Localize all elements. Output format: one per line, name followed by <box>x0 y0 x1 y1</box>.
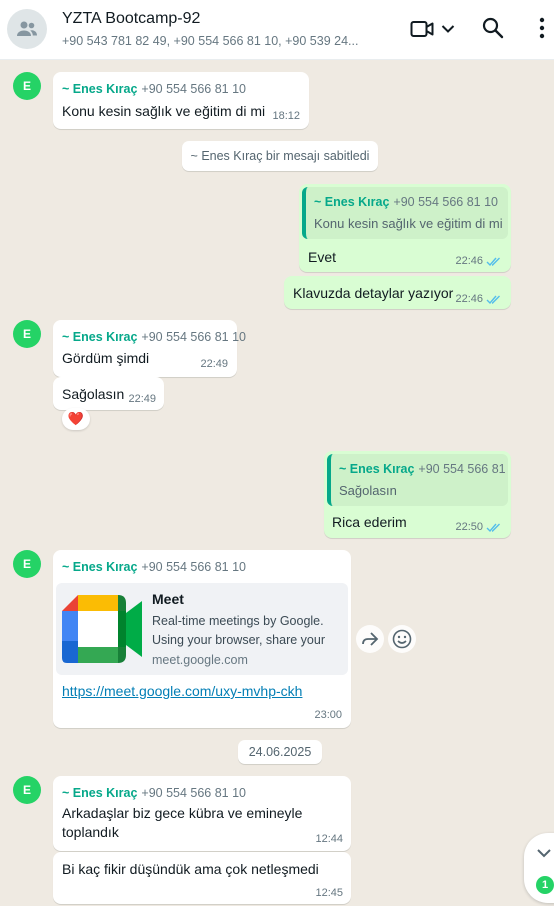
chevron-down-icon <box>441 25 455 33</box>
message-time: 12:45 <box>315 887 343 899</box>
message-bubble[interactable]: ~ Enes Kıraç +90 554 566 81 10 Gördüm şim… <box>53 320 246 377</box>
sender-name: ~ Enes Kıraç <box>62 560 138 574</box>
sender-label[interactable]: ~ Enes Kıraç +90 554 566 81 10 <box>62 558 246 576</box>
message-time: 22:50 <box>455 521 483 533</box>
message-bubble[interactable]: ~ Enes Kıraç +90 554 566 81 10 Meet Real-… <box>53 550 351 728</box>
chat-header[interactable]: YZTA Bootcamp-92 +90 543 781 82 49, +90 … <box>0 0 554 60</box>
message-bubble[interactable]: Bi kaç fikir düşündük ama çok netleşmedi… <box>53 852 351 904</box>
message-time: 22:49 <box>128 393 156 405</box>
menu-button[interactable] <box>536 16 548 40</box>
message-time: 12:44 <box>315 833 343 845</box>
emoji-icon <box>392 629 412 649</box>
message-time: 22:49 <box>200 358 228 370</box>
video-call-button[interactable] <box>410 17 460 41</box>
message-text: Arkadaşlar biz gece kübra ve emineyle to… <box>62 805 303 840</box>
sender-avatar[interactable]: E <box>13 776 41 804</box>
message-time: 23:00 <box>314 709 342 721</box>
group-avatar[interactable] <box>7 9 47 49</box>
message-text: Konu kesin sağlık ve eğitim di mi <box>62 103 266 119</box>
message-bubble[interactable]: ~ Enes Kıraç +90 554 566 81 10 Konu kesin… <box>299 184 511 272</box>
date-divider: 24.06.2025 <box>238 740 322 764</box>
link-preview-card[interactable]: Meet Real-time meetings by Google. Using… <box>56 583 348 675</box>
message-bubble[interactable]: ~ Enes Kıraç+90 554 566 81 10 Sağolasın … <box>324 451 511 538</box>
meet-link[interactable]: https://meet.google.com/uxy-mvhp-ckh <box>62 683 302 699</box>
quoted-text: Konu kesin sağlık ve eğitim di mi <box>314 216 503 231</box>
chat-info[interactable]: YZTA Bootcamp-92 +90 543 781 82 49, +90 … <box>62 9 372 50</box>
quoted-message[interactable]: ~ Enes Kıraç +90 554 566 81 10 Konu kesin… <box>302 187 508 239</box>
message-text: Gördüm şimdi <box>62 350 150 366</box>
react-button[interactable] <box>388 625 416 653</box>
sender-label[interactable]: ~ Enes Kıraç +90 554 566 81 10 <box>62 80 246 98</box>
message-status: 22:50 <box>455 521 502 533</box>
message-bubble[interactable]: ~ Enes Kıraç +90 554 566 81 10 Konu kesin… <box>53 72 309 129</box>
message-time: 18:12 <box>272 110 300 122</box>
message-time: 22:46 <box>455 293 483 305</box>
quoted-sender: ~ Enes Kıraç+90 554 566 81 10 <box>314 195 499 209</box>
message-status: 22:46 <box>455 293 502 305</box>
link-domain: meet.google.com <box>152 653 248 667</box>
message-text: Klavuzda detaylar yazıyor <box>293 285 454 301</box>
link-description: Real-time meetings by Google. Using your… <box>152 614 325 647</box>
double-check-icon <box>486 256 502 267</box>
kebab-menu-icon <box>539 17 545 39</box>
group-icon <box>17 21 37 36</box>
message-list[interactable]: E ~ Enes Kıraç +90 554 566 81 10 Konu kes… <box>0 61 554 906</box>
group-members: +90 543 781 82 49, +90 554 566 81 10, +9… <box>62 34 359 48</box>
forward-button[interactable] <box>356 625 384 653</box>
message-time: 22:46 <box>455 255 483 267</box>
sender-label[interactable]: ~ Enes Kıraç +90 554 566 81 10 <box>62 784 246 802</box>
sender-phone: +90 554 566 81 10 <box>141 786 247 800</box>
sender-name: ~ Enes Kıraç <box>62 330 138 344</box>
unread-count-badge: 1 <box>536 876 554 894</box>
quoted-message[interactable]: ~ Enes Kıraç+90 554 566 81 10 Sağolasın <box>327 454 508 506</box>
quoted-text: Sağolasın <box>339 483 397 498</box>
search-icon <box>482 17 504 39</box>
message-bubble[interactable]: Sağolasın 22:49 <box>53 377 164 410</box>
sender-name: ~ Enes Kıraç <box>62 82 138 96</box>
double-check-icon <box>486 294 502 305</box>
google-meet-logo <box>62 595 142 663</box>
sender-avatar[interactable]: E <box>13 72 41 100</box>
sender-phone: +90 554 566 81 10 <box>141 330 247 344</box>
message-status: 22:46 <box>455 255 502 267</box>
message-text: Rica ederim <box>332 514 407 530</box>
search-button[interactable] <box>482 17 504 39</box>
pinned-notice: ~ Enes Kıraç bir mesajı sabitledi <box>182 141 378 171</box>
message-bubble[interactable]: ~ Enes Kıraç +90 554 566 81 10 Arkadaşlar… <box>53 776 351 851</box>
message-bubble[interactable]: Klavuzda detaylar yazıyor 22:46 <box>284 276 511 309</box>
link-title: Meet <box>152 591 184 607</box>
sender-avatar[interactable]: E <box>13 550 41 578</box>
message-text: Sağolasın <box>62 386 125 402</box>
message-text: Evet <box>308 249 337 265</box>
sender-phone: +90 554 566 81 10 <box>141 560 247 574</box>
sender-avatar[interactable]: E <box>13 320 41 348</box>
sender-name: ~ Enes Kıraç <box>62 786 138 800</box>
forward-icon <box>362 632 379 646</box>
sender-phone: +90 554 566 81 10 <box>141 82 247 96</box>
message-text: Bi kaç fikir düşündük ama çok netleşmedi <box>62 861 319 877</box>
sender-label[interactable]: ~ Enes Kıraç +90 554 566 81 10 <box>62 328 246 346</box>
video-camera-icon <box>410 21 434 37</box>
double-check-icon <box>486 522 502 533</box>
group-name: YZTA Bootcamp-92 <box>62 10 201 27</box>
chevron-down-icon <box>537 849 551 858</box>
heart-reaction[interactable]: ❤️ <box>62 408 90 430</box>
quoted-sender: ~ Enes Kıraç+90 554 566 81 10 <box>339 462 508 476</box>
